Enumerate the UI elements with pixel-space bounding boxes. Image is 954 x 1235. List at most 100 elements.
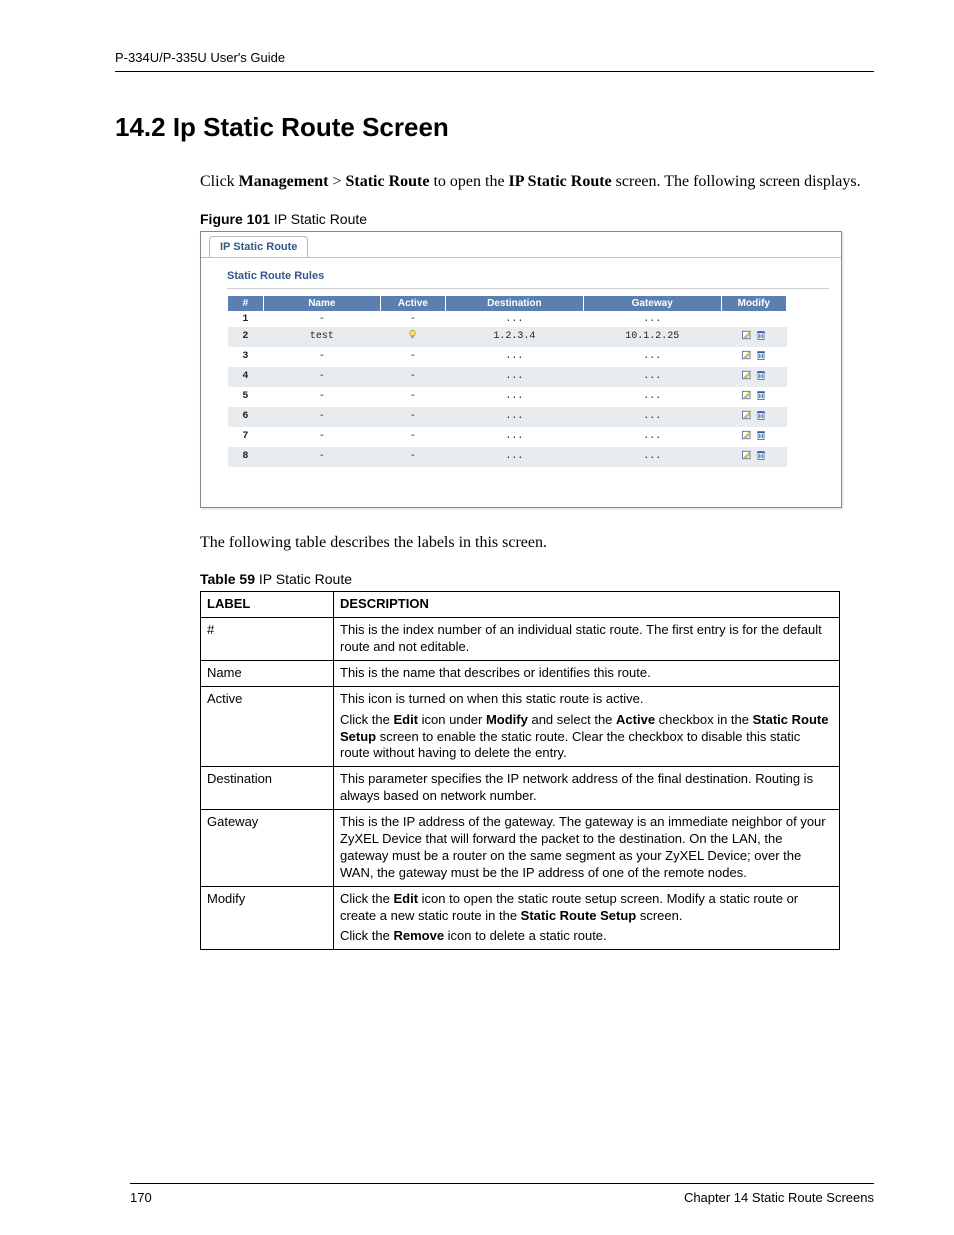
table-cell [721,407,786,427]
table-cell [721,427,786,447]
trash-icon[interactable] [755,369,767,385]
table-cell: - [263,387,380,407]
table-cell: - [380,387,445,407]
section-title: 14.2 Ip Static Route Screen [115,112,874,143]
bulb-icon [407,329,418,344]
desc-label-cell: Gateway [201,810,334,887]
trash-icon[interactable] [755,409,767,425]
table-row: 7--...... [228,427,787,447]
table-cell: 1.2.3.4 [445,327,583,347]
figure-screenshot: IP Static Route Static Route Rules #Name… [200,231,842,508]
table-row: 6--...... [228,407,787,427]
edit-icon[interactable] [741,329,753,345]
table-cell: - [263,367,380,387]
trash-icon[interactable] [755,329,767,345]
table-cell: - [380,427,445,447]
table-cell: ... [445,311,583,327]
screenshot-tab: IP Static Route [209,236,308,257]
table-cell: - [263,427,380,447]
route-header: Name [263,295,380,311]
trash-icon[interactable] [755,349,767,365]
route-header: Destination [445,295,583,311]
table-cell: ... [583,347,721,367]
table-cell: 3 [228,347,264,367]
description-table: LABEL DESCRIPTION #This is the index num… [200,591,840,950]
route-header: Modify [721,295,786,311]
table-cell: 5 [228,387,264,407]
table-cell [721,311,786,327]
table-cell: ... [583,427,721,447]
desc-text-cell: Click the Edit icon to open the static r… [334,886,840,950]
desc-text-cell: This is the IP address of the gateway. T… [334,810,840,887]
table-row: GatewayThis is the IP address of the gat… [201,810,840,887]
page-footer: 170 Chapter 14 Static Route Screens [130,1183,874,1205]
table-cell: ... [445,427,583,447]
table-row: NameThis is the name that describes or i… [201,660,840,686]
table-cell: ... [583,311,721,327]
table-row: 4--...... [228,367,787,387]
table-cell: 10.1.2.25 [583,327,721,347]
table-row: #This is the index number of an individu… [201,618,840,661]
figure-title: IP Static Route [270,211,367,227]
desc-text-cell: This icon is turned on when this static … [334,686,840,767]
table-cell: 4 [228,367,264,387]
table-row: 3--...... [228,347,787,367]
edit-icon[interactable] [741,349,753,365]
table-cell [721,447,786,467]
table-cell: - [380,367,445,387]
table-number: Table 59 [200,571,255,587]
table-cell: ... [445,347,583,367]
table-row: 5--...... [228,387,787,407]
route-header: Active [380,295,445,311]
table-cell: - [263,447,380,467]
table-row: 8--...... [228,447,787,467]
route-header: Gateway [583,295,721,311]
table-cell [721,367,786,387]
screenshot-subtitle: Static Route Rules [227,270,829,282]
table-cell: 2 [228,327,264,347]
desc-label-cell: Name [201,660,334,686]
table-caption: Table 59 IP Static Route [200,571,874,587]
trash-icon[interactable] [755,389,767,405]
chapter-label: Chapter 14 Static Route Screens [684,1190,874,1205]
table-row: ActiveThis icon is turned on when this s… [201,686,840,767]
table-cell: ... [445,367,583,387]
figure-number: Figure 101 [200,211,270,227]
running-header: P-334U/P-335U User's Guide [115,50,874,72]
table-cell: - [380,407,445,427]
table-cell: 8 [228,447,264,467]
route-header: # [228,295,264,311]
table-row: ModifyClick the Edit icon to open the st… [201,886,840,950]
table-cell [380,327,445,347]
table-cell: ... [583,447,721,467]
figure-caption: Figure 101 IP Static Route [200,211,874,227]
table-cell: - [263,407,380,427]
edit-icon[interactable] [741,429,753,445]
table-cell: ... [583,387,721,407]
table-row: 1--...... [228,311,787,327]
desc-text-cell: This is the name that describes or ident… [334,660,840,686]
edit-icon[interactable] [741,409,753,425]
route-table: #NameActiveDestinationGatewayModify 1--.… [227,295,787,467]
table-cell: ... [583,367,721,387]
table-cell: 6 [228,407,264,427]
trash-icon[interactable] [755,429,767,445]
edit-icon[interactable] [741,369,753,385]
table-title: IP Static Route [255,571,352,587]
edit-icon[interactable] [741,389,753,405]
table-cell: ... [445,447,583,467]
intro-paragraph: Click Management > Static Route to open … [200,171,874,193]
desc-label-cell: # [201,618,334,661]
trash-icon[interactable] [755,449,767,465]
desc-header-description: DESCRIPTION [334,592,840,618]
after-figure-text: The following table describes the labels… [200,532,874,554]
table-cell: test [263,327,380,347]
table-cell [721,327,786,347]
desc-text-cell: This parameter specifies the IP network … [334,767,840,810]
page-number: 170 [130,1190,152,1205]
table-cell: ... [445,387,583,407]
edit-icon[interactable] [741,449,753,465]
desc-label-cell: Destination [201,767,334,810]
table-cell: - [380,447,445,467]
table-cell: 1 [228,311,264,327]
